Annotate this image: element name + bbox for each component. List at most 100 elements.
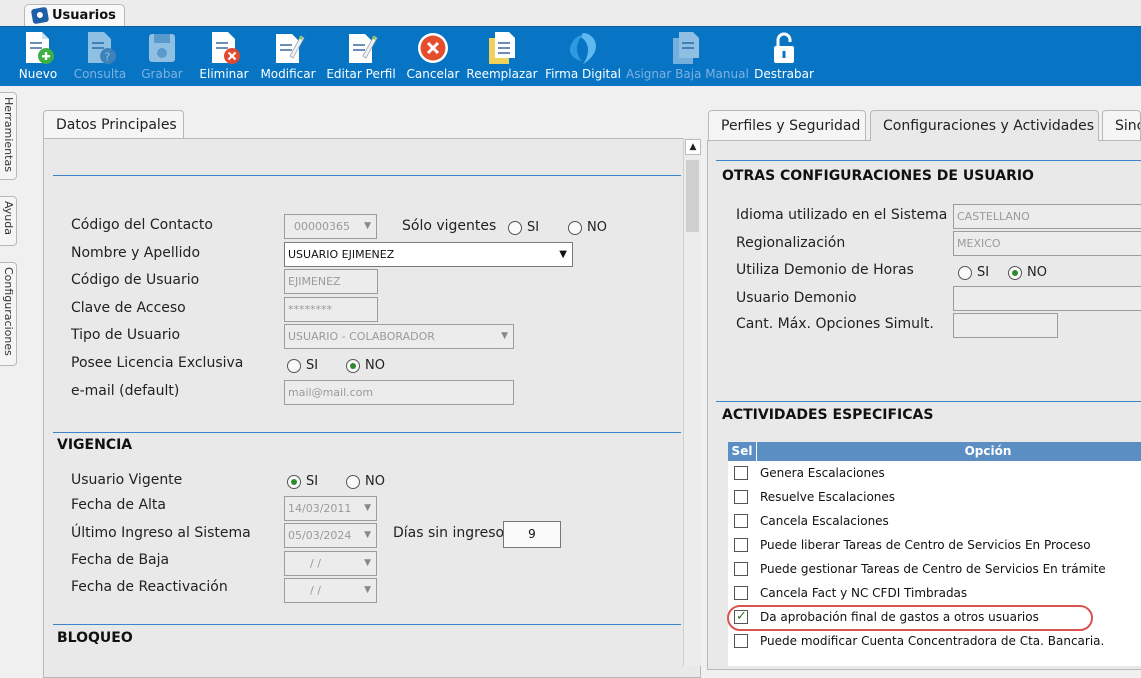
destrabar-button[interactable]: Destrabar: [754, 27, 814, 87]
idioma-field[interactable]: CASTELLANO: [953, 204, 1141, 229]
tab-datos-principales-label: Datos Principales: [56, 117, 177, 133]
cant-max-field[interactable]: [953, 313, 1058, 338]
cant-max-label: Cant. Máx. Opciones Simult.: [736, 316, 934, 332]
checkbox[interactable]: [734, 586, 748, 600]
window-tab-label: Usuarios: [52, 8, 116, 23]
codigo-contacto-label: Código del Contacto: [71, 217, 213, 233]
tipo-usuario-select[interactable]: USUARIO - COLABORADOR ▼: [284, 324, 514, 349]
chevron-down-icon: ▼: [559, 249, 567, 260]
nuevo-button[interactable]: Nuevo: [18, 27, 58, 87]
checkbox[interactable]: [734, 490, 748, 504]
dias-sin-ingreso-field[interactable]: 9: [503, 521, 561, 548]
side-tab-ayuda[interactable]: Ayuda: [0, 196, 17, 246]
ultimo-ingreso-field[interactable]: 05/03/2024 ▼: [284, 523, 377, 548]
cancelar-button[interactable]: Cancelar: [407, 27, 459, 87]
solo-vigentes-label: Sólo vigentes: [402, 218, 497, 234]
fecha-alta-field[interactable]: 14/03/2011 ▼: [284, 496, 377, 521]
delete-doc-icon: [212, 32, 240, 64]
window-tab-usuarios[interactable]: Usuarios: [24, 4, 125, 26]
editar-perfil-label: Editar Perfil: [326, 67, 396, 81]
demonio-horas-si-radio[interactable]: SI: [958, 265, 989, 280]
reemplazar-button[interactable]: Reemplazar: [466, 27, 538, 87]
checkbox[interactable]: [734, 466, 748, 480]
licencia-exclusiva-label: Posee Licencia Exclusiva: [71, 355, 244, 371]
radio-label: NO: [365, 474, 385, 489]
table-row[interactable]: Puede modificar Cuenta Concentradora de …: [728, 629, 1141, 653]
side-tab-herramientas[interactable]: Herramientas: [0, 92, 17, 180]
otras-configuraciones-title: OTRAS CONFIGURACIONES DE USUARIO: [722, 168, 1034, 184]
unlock-icon: [774, 32, 794, 63]
eliminar-button[interactable]: Eliminar: [199, 27, 249, 87]
cancelar-label: Cancelar: [406, 67, 460, 81]
licencia-no-radio[interactable]: NO: [346, 358, 385, 373]
chevron-down-icon: ▼: [364, 530, 371, 540]
tab-datos-principales[interactable]: Datos Principales: [43, 110, 184, 139]
side-tab-configuraciones[interactable]: Configuraciones: [0, 262, 17, 366]
solo-vigentes-no-radio[interactable]: NO: [568, 220, 607, 235]
radio-icon: [568, 220, 582, 235]
fecha-baja-field[interactable]: / / ▼: [284, 551, 377, 576]
asignar-baja-manual-button[interactable]: Asignar Baja Manual: [626, 27, 749, 87]
licencia-si-radio[interactable]: SI: [287, 358, 318, 373]
nombre-apellido-select[interactable]: USUARIO EJIMENEZ ▼: [284, 242, 573, 267]
asignar-baja-manual-label: Asignar Baja Manual: [626, 67, 749, 81]
fecha-baja-value: / /: [310, 557, 321, 570]
radio-checked-icon: [1008, 265, 1022, 280]
svg-text:?: ?: [105, 51, 111, 64]
table-row[interactable]: Puede liberar Tareas de Centro de Servic…: [728, 533, 1141, 557]
query-doc-icon: ?: [88, 32, 116, 64]
tab-perfiles-seguridad[interactable]: Perfiles y Seguridad: [708, 110, 866, 140]
demonio-horas-no-radio[interactable]: NO: [1008, 265, 1047, 280]
table-row[interactable]: Genera Escalaciones: [728, 461, 1141, 485]
consulta-button[interactable]: ? Consulta: [74, 27, 126, 87]
table-row[interactable]: Resuelve Escalaciones: [728, 485, 1141, 509]
vigencia-title: VIGENCIA: [57, 437, 133, 453]
codigo-contacto-select[interactable]: 00000365 ▼: [284, 214, 377, 239]
chevron-down-icon: ▼: [364, 221, 371, 231]
scroll-up-icon[interactable]: ▲: [685, 139, 701, 155]
firma-digital-button[interactable]: Firma Digital: [545, 27, 621, 87]
usuario-demonio-field[interactable]: [953, 286, 1141, 311]
highlight-annotation: [727, 605, 1093, 631]
solo-vigentes-si-radio[interactable]: SI: [508, 220, 539, 235]
email-field[interactable]: mail@mail.com: [284, 380, 514, 405]
tab-sinc[interactable]: Sinc: [1102, 110, 1141, 140]
codigo-contacto-value: 00000365: [294, 220, 350, 233]
actividades-grid: Sel Opción Genera Escalaciones Resuelve …: [728, 442, 1141, 666]
window-tab-strip: Usuarios: [0, 0, 1141, 26]
assign-doc-icon: [673, 32, 699, 64]
vertical-scrollbar[interactable]: ▲: [683, 138, 701, 666]
codigo-usuario-field[interactable]: EJIMENEZ: [284, 269, 378, 294]
radio-icon: [958, 265, 972, 280]
regionalizacion-field[interactable]: MEXICO: [953, 231, 1141, 256]
ultimo-ingreso-value: 05/03/2024: [288, 529, 352, 542]
row-label: Puede gestionar Tareas de Centro de Serv…: [760, 562, 1106, 576]
table-row[interactable]: Puede gestionar Tareas de Centro de Serv…: [728, 557, 1141, 581]
dias-sin-ingreso-label: Días sin ingreso: [393, 525, 505, 541]
tab-configuraciones-actividades[interactable]: Configuraciones y Actividades: [870, 110, 1099, 141]
checkbox[interactable]: [734, 634, 748, 648]
checkbox[interactable]: [734, 562, 748, 576]
fecha-reactivacion-value: / /: [310, 584, 321, 597]
edit-doc-icon: [276, 34, 305, 63]
table-row[interactable]: Cancela Fact y NC CFDI Timbradas: [728, 581, 1141, 605]
usuario-vigente-si-radio[interactable]: SI: [287, 474, 318, 489]
divider: [53, 624, 681, 625]
editar-perfil-button[interactable]: Editar Perfil: [326, 27, 396, 87]
fecha-alta-label: Fecha de Alta: [71, 497, 166, 513]
fecha-alta-value: 14/03/2011: [288, 502, 352, 515]
checkbox[interactable]: [734, 514, 748, 528]
fecha-reactivacion-field[interactable]: / / ▼: [284, 578, 377, 603]
bloqueo-title: BLOQUEO: [57, 630, 133, 646]
grabar-button[interactable]: Grabar: [141, 27, 183, 87]
col-opcion-header: Opción: [964, 444, 1012, 458]
clave-acceso-field[interactable]: ********: [284, 297, 378, 322]
usuario-vigente-no-radio[interactable]: NO: [346, 474, 385, 489]
table-row[interactable]: Cancela Escalaciones: [728, 509, 1141, 533]
scroll-thumb[interactable]: [686, 160, 699, 232]
radio-label: SI: [527, 220, 540, 235]
codigo-usuario-label: Código de Usuario: [71, 272, 200, 288]
modificar-button[interactable]: Modificar: [260, 27, 316, 87]
chevron-down-icon: ▼: [501, 331, 508, 341]
checkbox[interactable]: [734, 538, 748, 552]
